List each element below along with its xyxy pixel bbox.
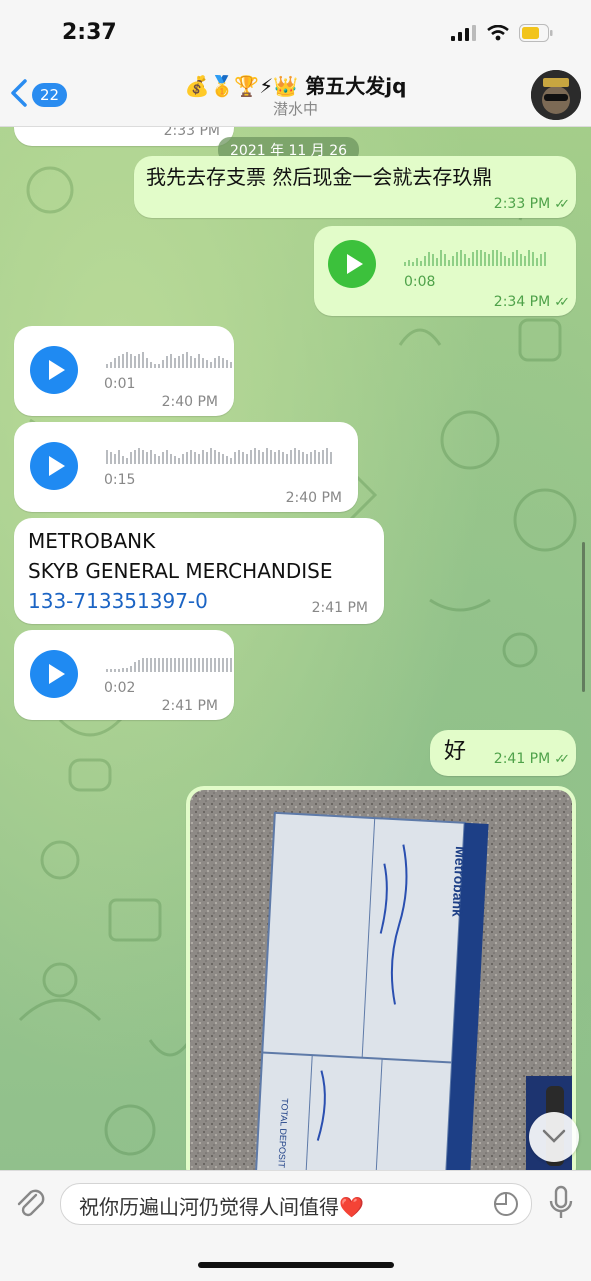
message-time: 2:40 PM bbox=[285, 490, 342, 506]
message-time: 2:33 PM ✓✓ bbox=[493, 196, 570, 212]
read-checkmarks-icon: ✓✓ bbox=[554, 197, 570, 212]
scroll-indicator[interactable] bbox=[582, 542, 585, 692]
incoming-voice-message[interactable]: 0:15 2:40 PM bbox=[14, 422, 358, 512]
home-indicator[interactable] bbox=[198, 1262, 394, 1268]
voice-duration: 0:01 bbox=[104, 376, 136, 392]
chat-title[interactable]: 💰🥇🏆⚡👑 第五大发jq bbox=[0, 70, 591, 99]
attach-icon[interactable] bbox=[14, 1185, 46, 1225]
outgoing-text-message[interactable]: 我先去存支票 然后现金一会就去存玖鼎 2:33 PM ✓✓ bbox=[134, 156, 576, 218]
read-checkmarks-icon: ✓✓ bbox=[554, 295, 570, 310]
status-icons bbox=[451, 24, 553, 46]
chat-status: 潜水中 bbox=[272, 100, 318, 118]
incoming-voice-message[interactable]: 0:01 2:40 PM bbox=[14, 326, 234, 416]
message-text: 好 bbox=[444, 739, 467, 764]
voice-waveform[interactable] bbox=[404, 248, 546, 266]
voice-duration: 0:02 bbox=[104, 680, 136, 696]
status-time: 2:37 bbox=[62, 20, 117, 45]
incoming-voice-message[interactable]: 0:02 2:41 PM bbox=[14, 630, 234, 720]
message-time: 2:41 PM ✓✓ bbox=[493, 751, 570, 767]
incoming-text-message[interactable]: METROBANK SKYB GENERAL MERCHANDISE 133-7… bbox=[14, 518, 384, 624]
message-time: 2:41 PM bbox=[311, 600, 368, 616]
play-icon[interactable] bbox=[30, 442, 78, 490]
read-checkmarks-icon: ✓✓ bbox=[554, 752, 570, 767]
title-text: 第五大发jq bbox=[305, 74, 407, 98]
battery-icon bbox=[519, 24, 553, 46]
avatar[interactable] bbox=[531, 70, 581, 120]
voice-waveform[interactable] bbox=[106, 654, 232, 672]
account-number-link[interactable]: 133-713351397-0 bbox=[28, 586, 332, 616]
deposit-slip-photo[interactable]: Metrobank TOTAL DEPOSIT bbox=[186, 786, 576, 1186]
chat-header: 22 💰🥇🏆⚡👑 第五大发jq 潜水中 bbox=[0, 62, 591, 127]
voice-duration: 0:08 bbox=[404, 274, 436, 290]
message-input-field[interactable] bbox=[60, 1183, 532, 1226]
play-icon[interactable] bbox=[30, 346, 78, 394]
voice-waveform[interactable] bbox=[106, 446, 332, 464]
status-bar: 2:37 bbox=[0, 0, 591, 62]
outgoing-photo-message[interactable]: Metrobank TOTAL DEPOSIT bbox=[186, 786, 576, 1186]
microphone-icon[interactable] bbox=[548, 1185, 574, 1225]
scroll-to-bottom-button[interactable] bbox=[529, 1112, 579, 1162]
wifi-icon bbox=[487, 24, 509, 45]
signal-icon bbox=[451, 25, 477, 45]
message-text: METROBANK SKYB GENERAL MERCHANDISE 133-7… bbox=[28, 526, 332, 616]
message-text: 我先去存支票 然后现金一会就去存玖鼎 bbox=[146, 165, 493, 189]
message-line: METROBANK bbox=[28, 529, 156, 553]
message-time: 2:34 PM ✓✓ bbox=[493, 294, 570, 310]
message-time: 2:40 PM bbox=[161, 394, 218, 410]
voice-duration: 0:15 bbox=[104, 472, 136, 488]
message-time: 2:41 PM bbox=[161, 698, 218, 714]
voice-waveform[interactable] bbox=[106, 350, 232, 368]
chevron-down-icon bbox=[542, 1128, 566, 1147]
sticker-icon[interactable] bbox=[493, 1191, 519, 1221]
outgoing-text-message[interactable]: 好 2:41 PM ✓✓ bbox=[430, 730, 576, 776]
play-icon[interactable] bbox=[328, 240, 376, 288]
message-input[interactable] bbox=[77, 1184, 481, 1226]
outgoing-voice-message[interactable]: 0:08 2:34 PM ✓✓ bbox=[314, 226, 576, 316]
play-icon[interactable] bbox=[30, 650, 78, 698]
message-line: SKYB GENERAL MERCHANDISE bbox=[28, 559, 333, 583]
title-emoji: 💰🥇🏆⚡👑 bbox=[184, 74, 299, 98]
